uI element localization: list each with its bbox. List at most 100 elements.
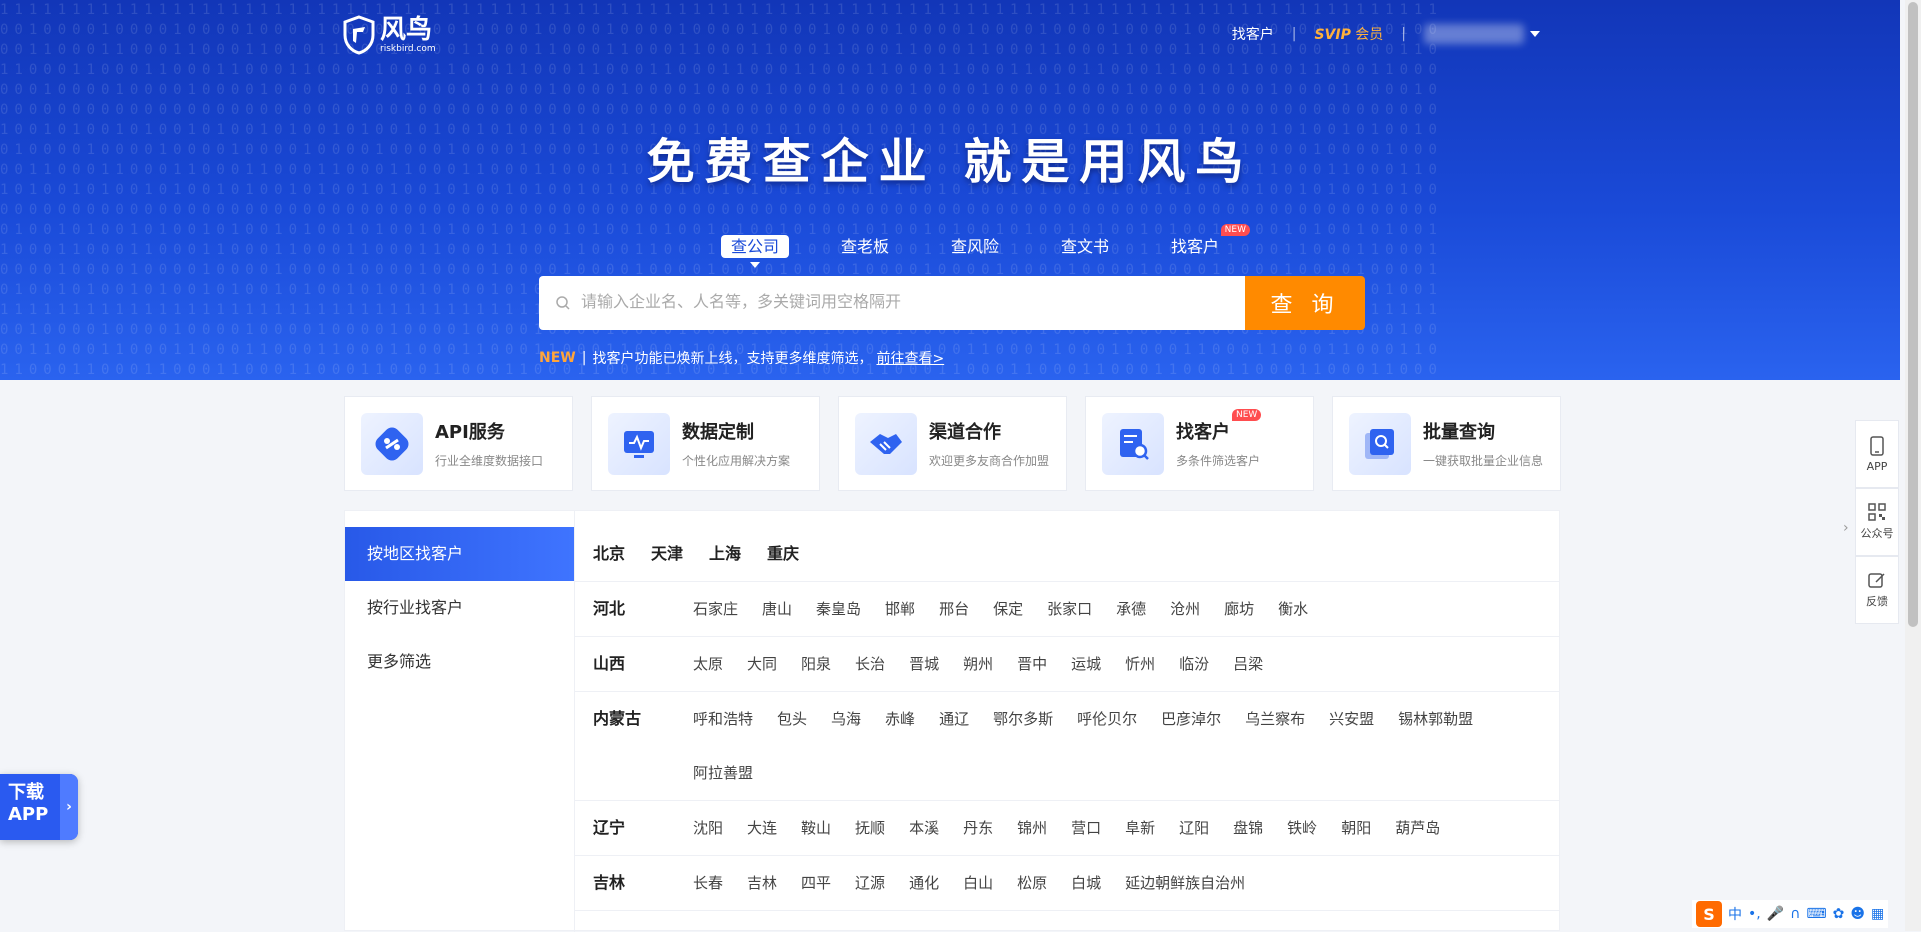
city-link[interactable]: 保定 <box>993 582 1023 636</box>
city-link[interactable]: 晋中 <box>1017 637 1047 691</box>
tab-documents[interactable]: 查文书 <box>1030 232 1140 262</box>
city-link[interactable]: 铁岭 <box>1287 801 1317 855</box>
logo[interactable]: 风鸟 riskbird.com <box>342 14 442 56</box>
rightbar-app[interactable]: APP <box>1855 420 1899 488</box>
page-scrollbar[interactable] <box>1905 0 1921 931</box>
city-link[interactable]: 张家口 <box>1047 582 1092 636</box>
city-link[interactable]: 太原 <box>693 637 723 691</box>
city-link[interactable]: 唐山 <box>762 582 792 636</box>
city-link[interactable]: 锡林郭勒盟 <box>1398 692 1473 746</box>
city-link[interactable]: 呼伦贝尔 <box>1077 692 1137 746</box>
province-name[interactable]: 内蒙古 <box>593 692 693 800</box>
province-name[interactable]: 吉林 <box>593 856 693 910</box>
city-link[interactable]: 临汾 <box>1179 637 1209 691</box>
city-link[interactable]: 鞍山 <box>801 801 831 855</box>
city-link[interactable]: 丹东 <box>963 801 993 855</box>
microphone-icon[interactable]: 🎤 <box>1767 906 1784 922</box>
city-link[interactable]: 锦州 <box>1017 801 1047 855</box>
city-link[interactable]: 大同 <box>747 637 777 691</box>
province-name[interactable]: 河北 <box>593 582 693 636</box>
nav-svip-member[interactable]: SVIP 会员 <box>1314 24 1383 44</box>
city-link[interactable]: 兴安盟 <box>1329 692 1374 746</box>
city-link[interactable]: 石家庄 <box>693 582 738 636</box>
city-link[interactable]: 沈阳 <box>693 801 723 855</box>
game-icon[interactable]: ☻ <box>1850 906 1865 922</box>
nav-find-customer[interactable]: 找客户 <box>1232 24 1274 44</box>
city-link[interactable]: 通化 <box>909 856 939 910</box>
city-link[interactable]: 长治 <box>855 637 885 691</box>
user-account-blurred[interactable] <box>1424 24 1524 44</box>
city-link[interactable]: 通辽 <box>939 692 969 746</box>
city-link[interactable]: 朝阳 <box>1341 801 1371 855</box>
city-link[interactable]: 赤峰 <box>885 692 915 746</box>
card-batch-query[interactable]: 批量查询 一键获取批量企业信息 <box>1332 396 1561 491</box>
search-button[interactable]: 查 询 <box>1245 276 1365 330</box>
city-link[interactable]: 白山 <box>963 856 993 910</box>
city-link[interactable]: 葫芦岛 <box>1395 801 1440 855</box>
city-link[interactable]: 朔州 <box>963 637 993 691</box>
keyboard-icon[interactable]: ⌨ <box>1806 906 1826 922</box>
city-link[interactable]: 鄂尔多斯 <box>993 692 1053 746</box>
city-link[interactable]: 盘锦 <box>1233 801 1263 855</box>
municipality-link[interactable]: 上海 <box>709 527 741 581</box>
grid-menu-icon[interactable]: ▦ <box>1871 906 1884 922</box>
city-link[interactable]: 抚顺 <box>855 801 885 855</box>
card-api-service[interactable]: API服务 行业全维度数据接口 <box>344 396 573 491</box>
city-link[interactable]: 巴彦淖尔 <box>1161 692 1221 746</box>
tab-find-customer[interactable]: 找客户 NEW <box>1140 224 1250 262</box>
sidenav-more-filters[interactable]: 更多筛选 <box>345 635 574 689</box>
city-link[interactable]: 营口 <box>1071 801 1101 855</box>
ime-mode[interactable]: 中 <box>1728 904 1742 924</box>
city-link[interactable]: 大连 <box>747 801 777 855</box>
city-link[interactable]: 衡水 <box>1278 582 1308 636</box>
sidenav-by-region[interactable]: 按地区找客户 <box>345 527 574 581</box>
city-link[interactable]: 包头 <box>777 692 807 746</box>
city-link[interactable]: 长春 <box>693 856 723 910</box>
download-app-button[interactable]: 下载 APP › <box>0 774 78 840</box>
city-link[interactable]: 邯郸 <box>885 582 915 636</box>
city-link[interactable]: 秦皇岛 <box>816 582 861 636</box>
tab-boss[interactable]: 查老板 <box>810 232 920 262</box>
chevron-down-icon[interactable] <box>1530 31 1540 37</box>
city-link[interactable]: 阿拉善盟 <box>693 746 753 800</box>
city-link[interactable]: 承德 <box>1116 582 1146 636</box>
headset-icon[interactable]: ∩ <box>1790 906 1800 922</box>
city-link[interactable]: 乌海 <box>831 692 861 746</box>
city-link[interactable]: 本溪 <box>909 801 939 855</box>
rightbar-wechat[interactable]: 公众号 <box>1855 488 1899 556</box>
sogou-logo-icon[interactable]: S <box>1696 901 1722 927</box>
card-find-customer[interactable]: 找客户 多条件筛选客户 NEW <box>1085 396 1314 491</box>
notice-link[interactable]: 前往查看> <box>876 348 944 368</box>
card-channel-partner[interactable]: 渠道合作 欢迎更多友商合作加盟 <box>838 396 1067 491</box>
city-link[interactable]: 乌兰察布 <box>1245 692 1305 746</box>
province-name[interactable]: 辽宁 <box>593 801 693 855</box>
card-data-custom[interactable]: 数据定制 个性化应用解决方案 <box>591 396 820 491</box>
city-link[interactable]: 白城 <box>1071 856 1101 910</box>
city-link[interactable]: 辽阳 <box>1179 801 1209 855</box>
municipality-link[interactable]: 北京 <box>593 527 625 581</box>
city-link[interactable]: 阜新 <box>1125 801 1155 855</box>
city-link[interactable]: 呼和浩特 <box>693 692 753 746</box>
rightbar-feedback[interactable]: 反馈 <box>1855 556 1899 624</box>
city-link[interactable]: 晋城 <box>909 637 939 691</box>
city-link[interactable]: 廊坊 <box>1224 582 1254 636</box>
city-link[interactable]: 阳泉 <box>801 637 831 691</box>
scrollbar-thumb[interactable] <box>1908 2 1918 627</box>
municipality-link[interactable]: 重庆 <box>767 527 799 581</box>
municipality-link[interactable]: 天津 <box>651 527 683 581</box>
skin-icon[interactable]: ✿ <box>1833 906 1845 922</box>
city-link[interactable]: 四平 <box>801 856 831 910</box>
city-link[interactable]: 邢台 <box>939 582 969 636</box>
province-name[interactable]: 山西 <box>593 637 693 691</box>
chevron-left-icon[interactable]: › <box>1843 520 1849 536</box>
city-link[interactable]: 沧州 <box>1170 582 1200 636</box>
search-input[interactable] <box>579 293 1219 313</box>
city-link[interactable]: 运城 <box>1071 637 1101 691</box>
tab-company[interactable]: 查公司 <box>700 232 810 268</box>
city-link[interactable]: 辽源 <box>855 856 885 910</box>
city-link[interactable]: 忻州 <box>1125 637 1155 691</box>
punctuation-icon[interactable]: •, <box>1748 906 1761 922</box>
tab-risk[interactable]: 查风险 <box>920 232 1030 262</box>
city-link[interactable]: 吉林 <box>747 856 777 910</box>
city-link[interactable]: 松原 <box>1017 856 1047 910</box>
